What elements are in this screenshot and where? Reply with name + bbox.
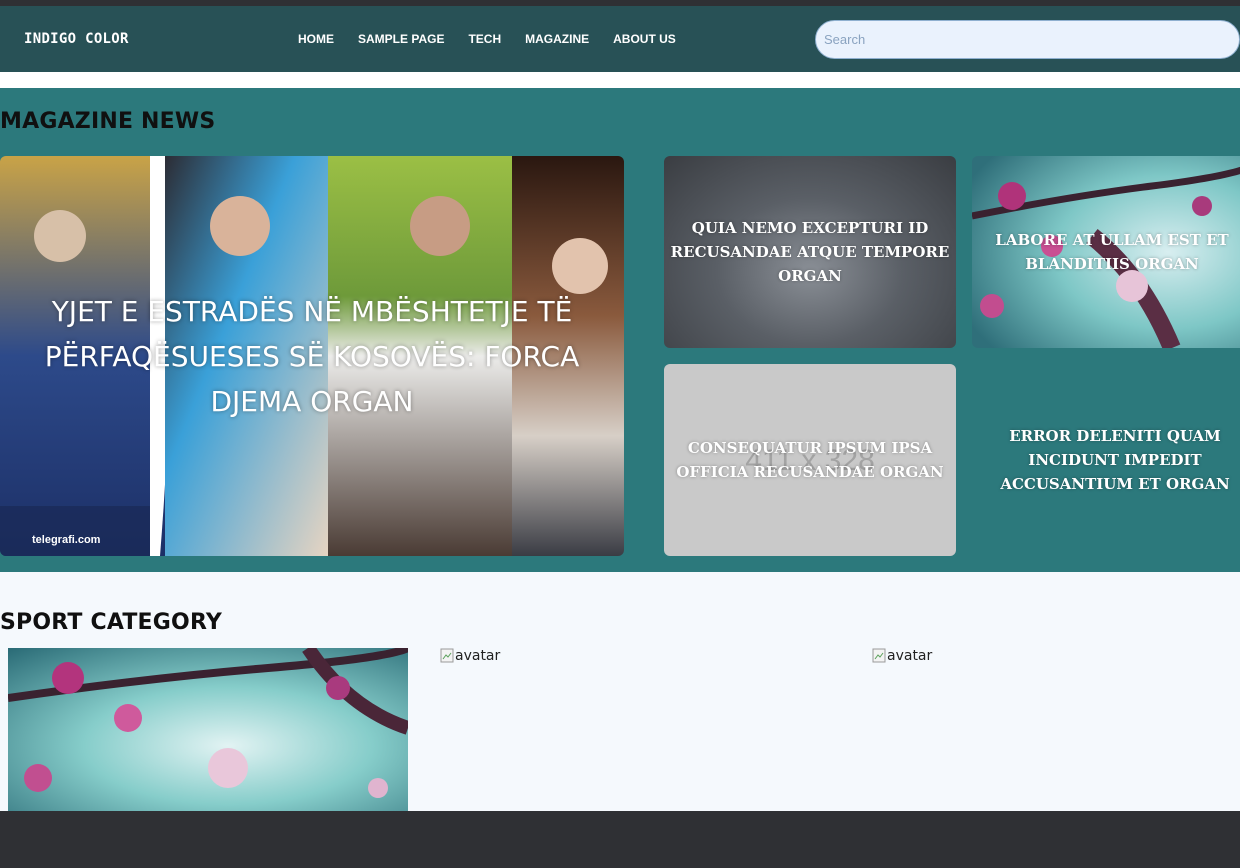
broken-image[interactable]: avatar: [440, 648, 500, 664]
site-brand[interactable]: INDIGO COLOR: [24, 31, 129, 47]
broken-image-icon: [440, 648, 454, 664]
nav-tech[interactable]: TECH: [456, 32, 513, 46]
broken-image-alt: avatar: [455, 648, 501, 664]
sport-category-section: SPORT CATEGORY avatar avatar: [0, 572, 1240, 811]
spacer: [0, 72, 1240, 88]
nav-about-us[interactable]: ABOUT US: [601, 32, 688, 46]
main-nav: HOME SAMPLE PAGE TECH MAGAZINE ABOUT US: [286, 6, 688, 72]
article-title: LABORE AT ULLAM EST ET BLANDITIIS ORGAN: [995, 231, 1229, 273]
search-input[interactable]: [815, 20, 1240, 59]
broken-image-icon: [872, 648, 886, 664]
blossom-image: [8, 648, 408, 811]
image-watermark: telegrafi.com: [32, 534, 101, 546]
article-card[interactable]: 411 x 328 CONSEQUATUR IPSUM IPSA OFFICIA…: [664, 364, 956, 556]
footer: [0, 811, 1240, 868]
magazine-section-title: MAGAZINE NEWS: [0, 109, 216, 134]
article-title: CONSEQUATUR IPSUM IPSA OFFICIA RECUSANDA…: [676, 439, 944, 481]
article-title: ERROR DELENITI QUAM INCIDUNT IMPEDIT ACC…: [1000, 427, 1230, 493]
nav-home[interactable]: HOME: [286, 32, 346, 46]
sport-section-title: SPORT CATEGORY: [0, 610, 223, 635]
featured-article-title: YJET E ESTRADËS NË MBËSHTETJE TË PËRFAQË…: [44, 294, 580, 418]
featured-article-card[interactable]: YJET E ESTRADËS NË MBËSHTETJE TË PËRFAQË…: [0, 156, 624, 556]
broken-image[interactable]: avatar: [872, 648, 932, 664]
article-card[interactable]: LABORE AT ULLAM EST ET BLANDITIIS ORGAN: [972, 156, 1240, 348]
article-title: QUIA NEMO EXCEPTURI ID RECUSANDAE ATQUE …: [670, 219, 950, 285]
article-card[interactable]: ERROR DELENITI QUAM INCIDUNT IMPEDIT ACC…: [990, 364, 1240, 556]
article-card[interactable]: QUIA NEMO EXCEPTURI ID RECUSANDAE ATQUE …: [664, 156, 956, 348]
broken-image-alt: avatar: [887, 648, 933, 664]
magazine-news-section: MAGAZINE NEWS YJET E ESTRADËS NË MBËSHTE…: [0, 88, 1240, 572]
nav-sample-page[interactable]: SAMPLE PAGE: [346, 32, 456, 46]
navbar: INDIGO COLOR HOME SAMPLE PAGE TECH MAGAZ…: [0, 6, 1240, 72]
sport-article-image[interactable]: [8, 648, 408, 811]
nav-magazine[interactable]: MAGAZINE: [513, 32, 601, 46]
